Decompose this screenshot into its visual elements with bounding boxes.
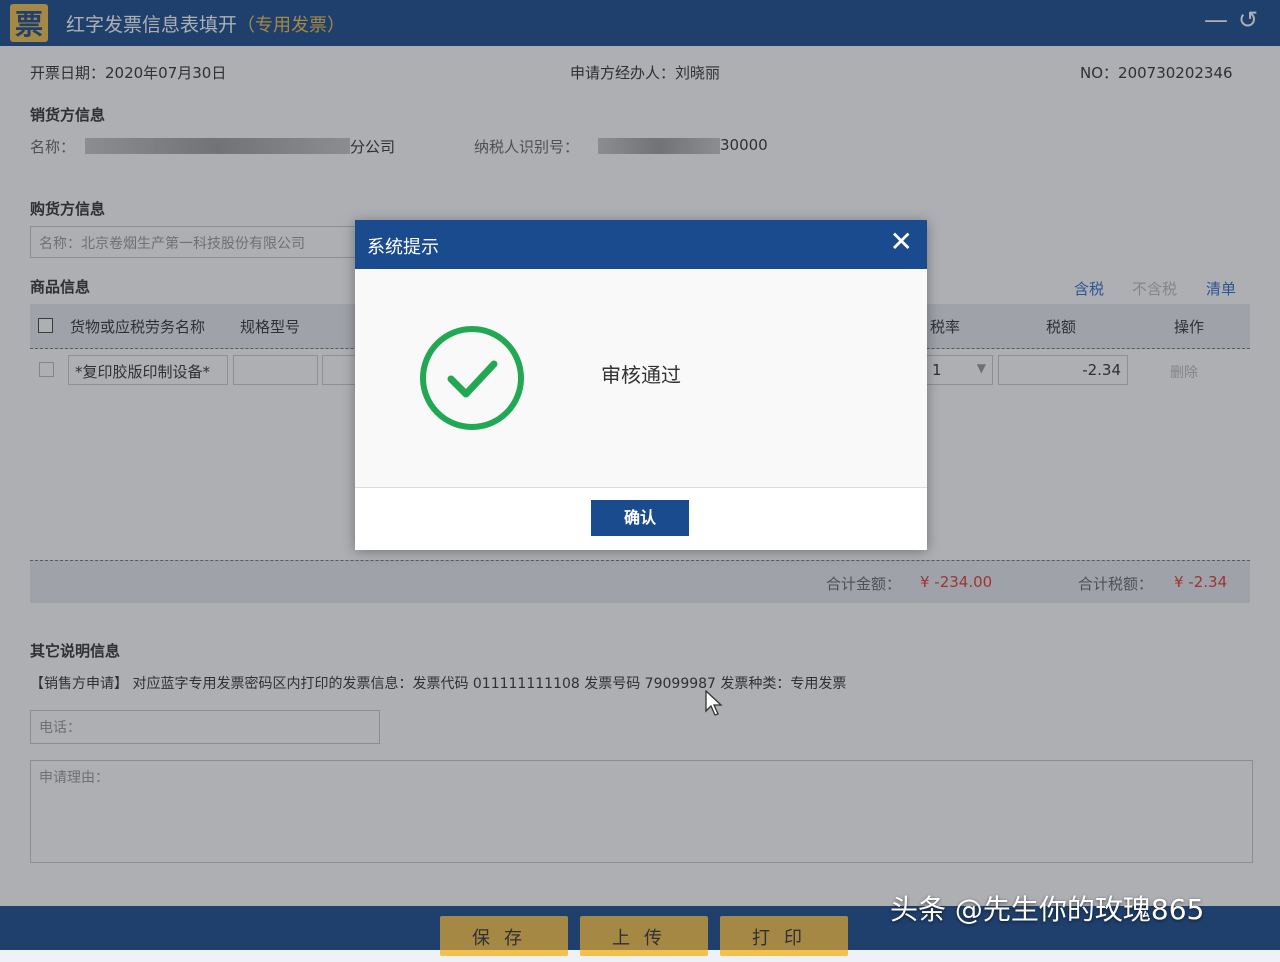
mouse-cursor-icon bbox=[705, 690, 723, 716]
check-circle-icon bbox=[420, 326, 524, 430]
dialog-footer: 确认 bbox=[355, 487, 927, 550]
watermark: 头条 @先生你的玫瑰865 bbox=[890, 893, 1205, 926]
dialog-title: 系统提示 bbox=[367, 237, 439, 258]
dialog-header: 系统提示 ✕ bbox=[355, 220, 927, 269]
system-prompt-dialog: 系统提示 ✕ 审核通过 确认 bbox=[355, 220, 927, 550]
confirm-button[interactable]: 确认 bbox=[591, 500, 689, 536]
dialog-body: 审核通过 bbox=[355, 269, 927, 487]
dialog-message: 审核通过 bbox=[601, 363, 681, 387]
close-icon[interactable]: ✕ bbox=[890, 227, 913, 257]
